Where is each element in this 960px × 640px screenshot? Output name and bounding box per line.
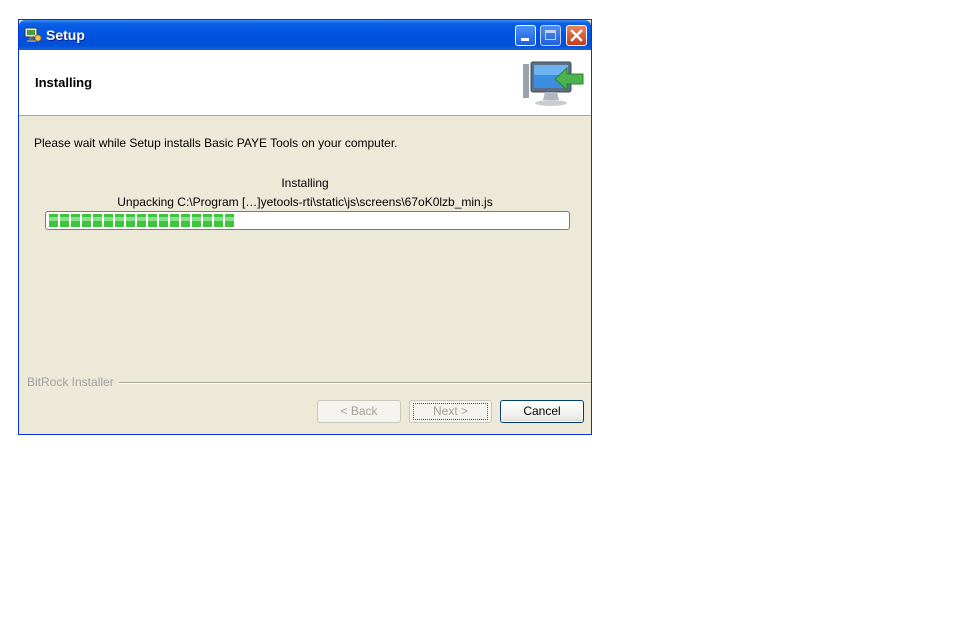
progress-block-highlight: [104, 217, 113, 221]
progress-block-highlight: [148, 217, 157, 221]
minimize-button[interactable]: [515, 25, 536, 46]
intro-text: Please wait while Setup installs Basic P…: [34, 136, 398, 150]
progress-block-highlight: [126, 217, 135, 221]
focus-rect: [413, 403, 488, 420]
progress-bar: [45, 211, 570, 230]
back-button[interactable]: < Back: [317, 400, 401, 423]
installer-brand: BitRock Installer: [27, 375, 119, 389]
progress-block-highlight: [49, 217, 58, 221]
progress-block-highlight: [214, 217, 223, 221]
page-header: Installing: [19, 50, 591, 116]
progress-block-highlight: [82, 217, 91, 221]
setup-window: Setup Installing Please wait while Setup…: [18, 19, 592, 435]
next-button[interactable]: Next >: [409, 400, 492, 423]
page-title: Installing: [35, 75, 93, 90]
progress-fill: [49, 214, 234, 227]
progress-block-highlight: [60, 217, 69, 221]
progress-block-highlight: [93, 217, 102, 221]
progress-block-highlight: [225, 217, 234, 221]
progress-block-highlight: [137, 217, 146, 221]
progress-block-highlight: [170, 217, 179, 221]
minimize-icon: [521, 38, 529, 41]
close-button[interactable]: [566, 25, 587, 46]
progress-block-highlight: [115, 217, 124, 221]
progress-block-highlight: [192, 217, 201, 221]
status-title: Installing: [281, 176, 329, 190]
install-computer-icon: [523, 61, 584, 106]
setup-app-icon: [24, 27, 42, 42]
close-icon: [570, 29, 583, 42]
progress-block-highlight: [159, 217, 168, 221]
cancel-button[interactable]: Cancel: [500, 400, 584, 423]
progress-block-highlight: [71, 217, 80, 221]
maximize-icon: [545, 30, 556, 40]
window-title: Setup: [46, 27, 85, 43]
maximize-button[interactable]: [540, 25, 561, 46]
title-bar[interactable]: Setup: [19, 20, 591, 50]
progress-block-highlight: [203, 217, 212, 221]
status-detail: Unpacking C:\Program […]yetools-rti\stat…: [117, 195, 493, 209]
progress-block-highlight: [181, 217, 190, 221]
